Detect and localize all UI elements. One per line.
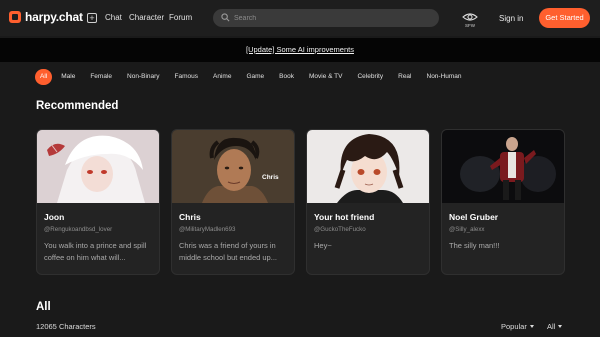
card-name: Noel Gruber <box>449 212 499 222</box>
banner-link[interactable]: [Update] Some AI improvements <box>0 45 600 54</box>
category-filters: All Male Female Non-Binary Famous Anime … <box>35 69 468 85</box>
character-card-noel-gruber[interactable]: Noel Gruber @Silly_alexx The silly man!!… <box>441 129 565 275</box>
sfw-label: SFW <box>465 23 475 28</box>
filter-non-binary[interactable]: Non-Binary <box>121 69 166 85</box>
recommended-heading: Recommended <box>36 100 119 112</box>
nav-character[interactable]: Character <box>129 13 164 22</box>
logo-text: harpy.chat <box>25 10 83 24</box>
character-avatar <box>37 130 159 203</box>
character-card-chris[interactable]: Chris Chris @MilitaryMadlen693 Chris was… <box>171 129 295 275</box>
nav-forum[interactable]: Forum <box>169 13 192 22</box>
filter-celebrity[interactable]: Celebrity <box>351 69 389 85</box>
filter-game[interactable]: Game <box>240 69 270 85</box>
chevron-down-icon <box>529 325 534 328</box>
filter-female[interactable]: Female <box>84 69 118 85</box>
logo[interactable]: harpy.chat <box>9 10 83 24</box>
nav-chat[interactable]: Chat <box>105 13 122 22</box>
search-input[interactable] <box>234 11 429 25</box>
filter-all[interactable]: All <box>35 69 53 85</box>
filter-famous[interactable]: Famous <box>169 69 204 85</box>
card-handle[interactable]: @MilitaryMadlen693 <box>179 226 236 233</box>
card-description: Hey~ <box>314 241 332 250</box>
card-description: The silly man!!! <box>449 241 500 250</box>
search-bar[interactable] <box>213 9 439 27</box>
chevron-down-icon <box>558 325 563 328</box>
character-card-joon[interactable]: Joon @Rengukoandbsd_lover You walk into … <box>36 129 160 275</box>
card-handle[interactable]: @Rengukoandbsd_lover <box>44 226 112 233</box>
filter-male[interactable]: Male <box>55 69 81 85</box>
top-nav: harpy.chat + Chat Character Forum SFW Si… <box>0 0 600 36</box>
filter-anime[interactable]: Anime <box>207 69 237 85</box>
card-name: Your hot friend <box>314 212 375 222</box>
character-avatar <box>442 130 564 203</box>
character-avatar <box>172 130 294 203</box>
character-count: 12065 Characters <box>36 322 96 331</box>
sort-label: Popular <box>501 322 527 331</box>
announcement-banner: [Update] Some AI improvements <box>0 38 600 62</box>
filter-movie-tv[interactable]: Movie & TV <box>303 69 348 85</box>
character-card-hot-friend[interactable]: Your hot friend @GuckoTheFucko Hey~ <box>306 129 430 275</box>
card-name: Joon <box>44 212 65 222</box>
card-name: Chris <box>179 212 201 222</box>
card-handle[interactable]: @Silly_alexx <box>449 226 485 233</box>
filter-non-human[interactable]: Non-Human <box>421 69 468 85</box>
sfw-toggle[interactable]: SFW <box>462 12 478 32</box>
character-avatar <box>307 130 429 203</box>
card-handle[interactable]: @GuckoTheFucko <box>314 226 366 233</box>
card-description: You walk into a prince and spill coffee … <box>44 241 147 262</box>
sign-in-link[interactable]: Sign in <box>499 14 523 23</box>
filter-book[interactable]: Book <box>273 69 300 85</box>
all-heading: All <box>36 301 51 313</box>
filter-label: All <box>547 322 556 331</box>
card-description: Chris was a friend of yours in middle sc… <box>179 241 277 262</box>
sort-dropdown[interactable]: Popular <box>501 322 534 331</box>
image-caption: Chris <box>262 174 279 181</box>
search-icon <box>221 13 230 22</box>
logo-icon <box>9 11 21 23</box>
get-started-button[interactable]: Get Started <box>539 8 590 28</box>
filter-real[interactable]: Real <box>392 69 417 85</box>
filter-dropdown[interactable]: All <box>547 322 563 331</box>
eye-icon <box>462 13 478 21</box>
new-chat-icon[interactable]: + <box>87 13 97 23</box>
